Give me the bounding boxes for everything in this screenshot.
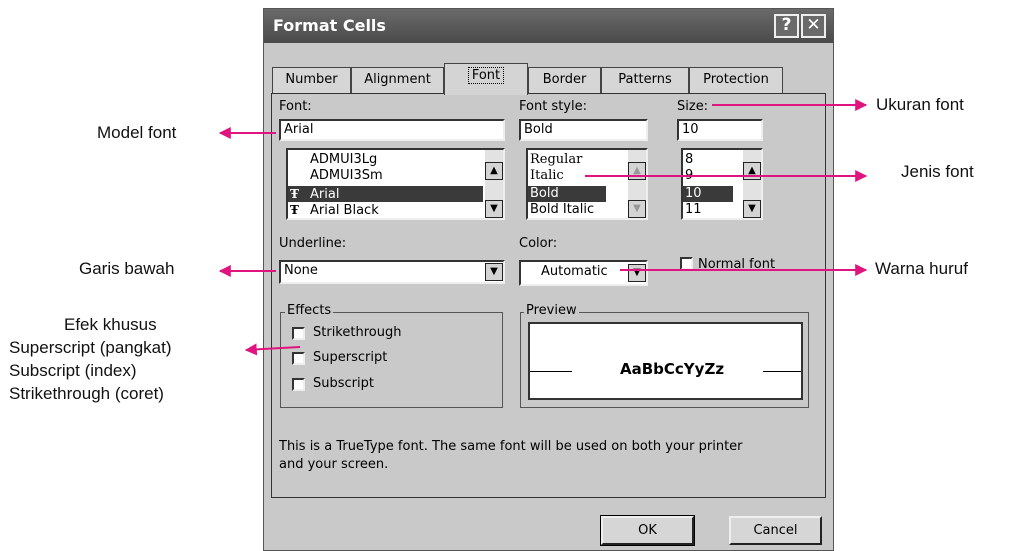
font-style-item[interactable]: Regular [528, 152, 626, 168]
help-button[interactable]: ? [774, 14, 799, 38]
callout-warna-huruf: Warna huruf [875, 259, 968, 278]
tab-border[interactable]: Border [528, 67, 601, 93]
size-list[interactable]: 8 9 10 11 ▲ ▼ [681, 148, 763, 220]
callout-efek-line: Subscript (index) [9, 361, 137, 380]
normal-font-label: Normal font [698, 257, 776, 272]
scroll-up-icon[interactable]: ▲ [743, 162, 761, 180]
preview-baseline-right [763, 371, 801, 372]
tab-patterns[interactable]: Patterns [601, 67, 689, 93]
callout-model-font: Model font [97, 123, 177, 142]
format-cells-dialog: Format Cells ? ✕ Number Alignment Font B… [263, 8, 834, 551]
font-style-list[interactable]: Regular Italic Bold Bold Italic ▲ ▼ [526, 148, 648, 220]
ok-button[interactable]: OK [600, 515, 695, 546]
preview-text: AaBbCcYyZz [620, 360, 725, 378]
font-name-input[interactable]: Arial [279, 119, 505, 141]
font-list-item[interactable]: Ŧ Arial Black [288, 202, 483, 218]
font-list-item-selected[interactable]: Ŧ Arial [288, 186, 483, 202]
underline-label: Underline: [279, 236, 347, 251]
font-list-scrollbar[interactable]: ▲ ▼ [485, 150, 503, 218]
font-style-label: Font style: [519, 99, 587, 114]
size-item[interactable]: 9 [683, 168, 741, 184]
superscript-checkbox[interactable] [292, 352, 305, 365]
tab-number[interactable]: Number [272, 67, 351, 93]
font-style-item[interactable]: Bold Italic [528, 202, 626, 218]
tab-font[interactable]: Font [444, 63, 528, 95]
scroll-up-icon[interactable]: ▲ [485, 162, 503, 180]
font-label: Font: [279, 99, 312, 114]
size-item-selected[interactable]: 10 [683, 186, 733, 202]
dialog-title: Format Cells [273, 16, 386, 35]
size-label: Size: [677, 99, 709, 114]
chevron-down-icon[interactable]: ▼ [485, 263, 503, 281]
cancel-button[interactable]: Cancel [729, 516, 822, 545]
preview-box: AaBbCcYyZz [528, 322, 803, 400]
font-style-item[interactable]: Italic [528, 168, 626, 184]
callout-efek-line: Efek khusus [64, 315, 157, 334]
font-list[interactable]: ADMUI3Lg ADMUI3Sm Ŧ Arial Ŧ Arial Black ▲ … [286, 148, 505, 220]
font-list-item-label: Arial Black [310, 203, 379, 218]
size-item[interactable]: 8 [683, 152, 741, 168]
underline-select[interactable]: None ▼ [279, 260, 505, 284]
tab-alignment[interactable]: Alignment [351, 67, 444, 93]
font-list-item-label: Arial [310, 187, 340, 202]
callout-ukuran-font: Ukuran font [876, 95, 964, 114]
scroll-down-icon[interactable]: ▼ [485, 200, 503, 218]
callout-jenis-font: Jenis font [901, 162, 974, 181]
size-input[interactable]: 10 [677, 119, 763, 141]
subscript-label: Subscript [313, 376, 374, 391]
underline-value: None [284, 263, 318, 278]
subscript-checkbox[interactable] [292, 378, 305, 391]
strikethrough-label: Strikethrough [313, 325, 402, 340]
font-list-item[interactable]: ADMUI3Lg [288, 152, 483, 168]
close-button[interactable]: ✕ [801, 14, 826, 38]
font-style-item-selected[interactable]: Bold [528, 186, 606, 202]
callout-efek-line: Superscript (pangkat) [9, 338, 172, 357]
truetype-icon: Ŧ [290, 203, 299, 217]
effects-label: Effects [285, 303, 334, 318]
font-style-scrollbar[interactable]: ▲ ▼ [628, 150, 646, 218]
callout-garis-bawah: Garis bawah [79, 259, 175, 278]
preview-baseline-left [530, 371, 572, 372]
scroll-down-icon[interactable]: ▼ [628, 200, 646, 218]
strikethrough-checkbox[interactable] [292, 327, 305, 340]
size-scrollbar[interactable]: ▲ ▼ [743, 150, 761, 218]
scroll-up-icon[interactable]: ▲ [628, 162, 646, 180]
font-style-input[interactable]: Bold [519, 119, 648, 141]
color-label: Color: [519, 236, 558, 251]
preview-label: Preview [524, 303, 579, 318]
info-line: and your screen. [279, 457, 389, 472]
callout-efek-khusus: Efek khusus Superscript (pangkat) Subscr… [9, 313, 229, 405]
truetype-icon: Ŧ [290, 187, 299, 201]
truetype-info: This is a TrueType font. The same font w… [279, 438, 743, 474]
normal-font-checkbox[interactable] [680, 257, 693, 270]
tab-font-label: Font [467, 67, 505, 84]
title-bar: Format Cells ? ✕ [264, 9, 833, 43]
color-value: Automatic [541, 264, 608, 279]
scroll-down-icon[interactable]: ▼ [743, 200, 761, 218]
info-line: This is a TrueType font. The same font w… [279, 439, 743, 454]
size-item[interactable]: 11 [683, 202, 741, 218]
font-list-item-label: ADMUI3Lg [310, 152, 378, 167]
superscript-label: Superscript [313, 350, 388, 365]
font-list-item[interactable]: ADMUI3Sm [288, 168, 483, 184]
chevron-down-icon[interactable]: ▼ [628, 264, 646, 282]
font-list-item-label: ADMUI3Sm [310, 168, 383, 183]
callout-efek-line: Strikethrough (coret) [9, 384, 164, 403]
color-select[interactable]: Automatic ▼ [519, 260, 648, 286]
tab-protection[interactable]: Protection [689, 67, 783, 93]
